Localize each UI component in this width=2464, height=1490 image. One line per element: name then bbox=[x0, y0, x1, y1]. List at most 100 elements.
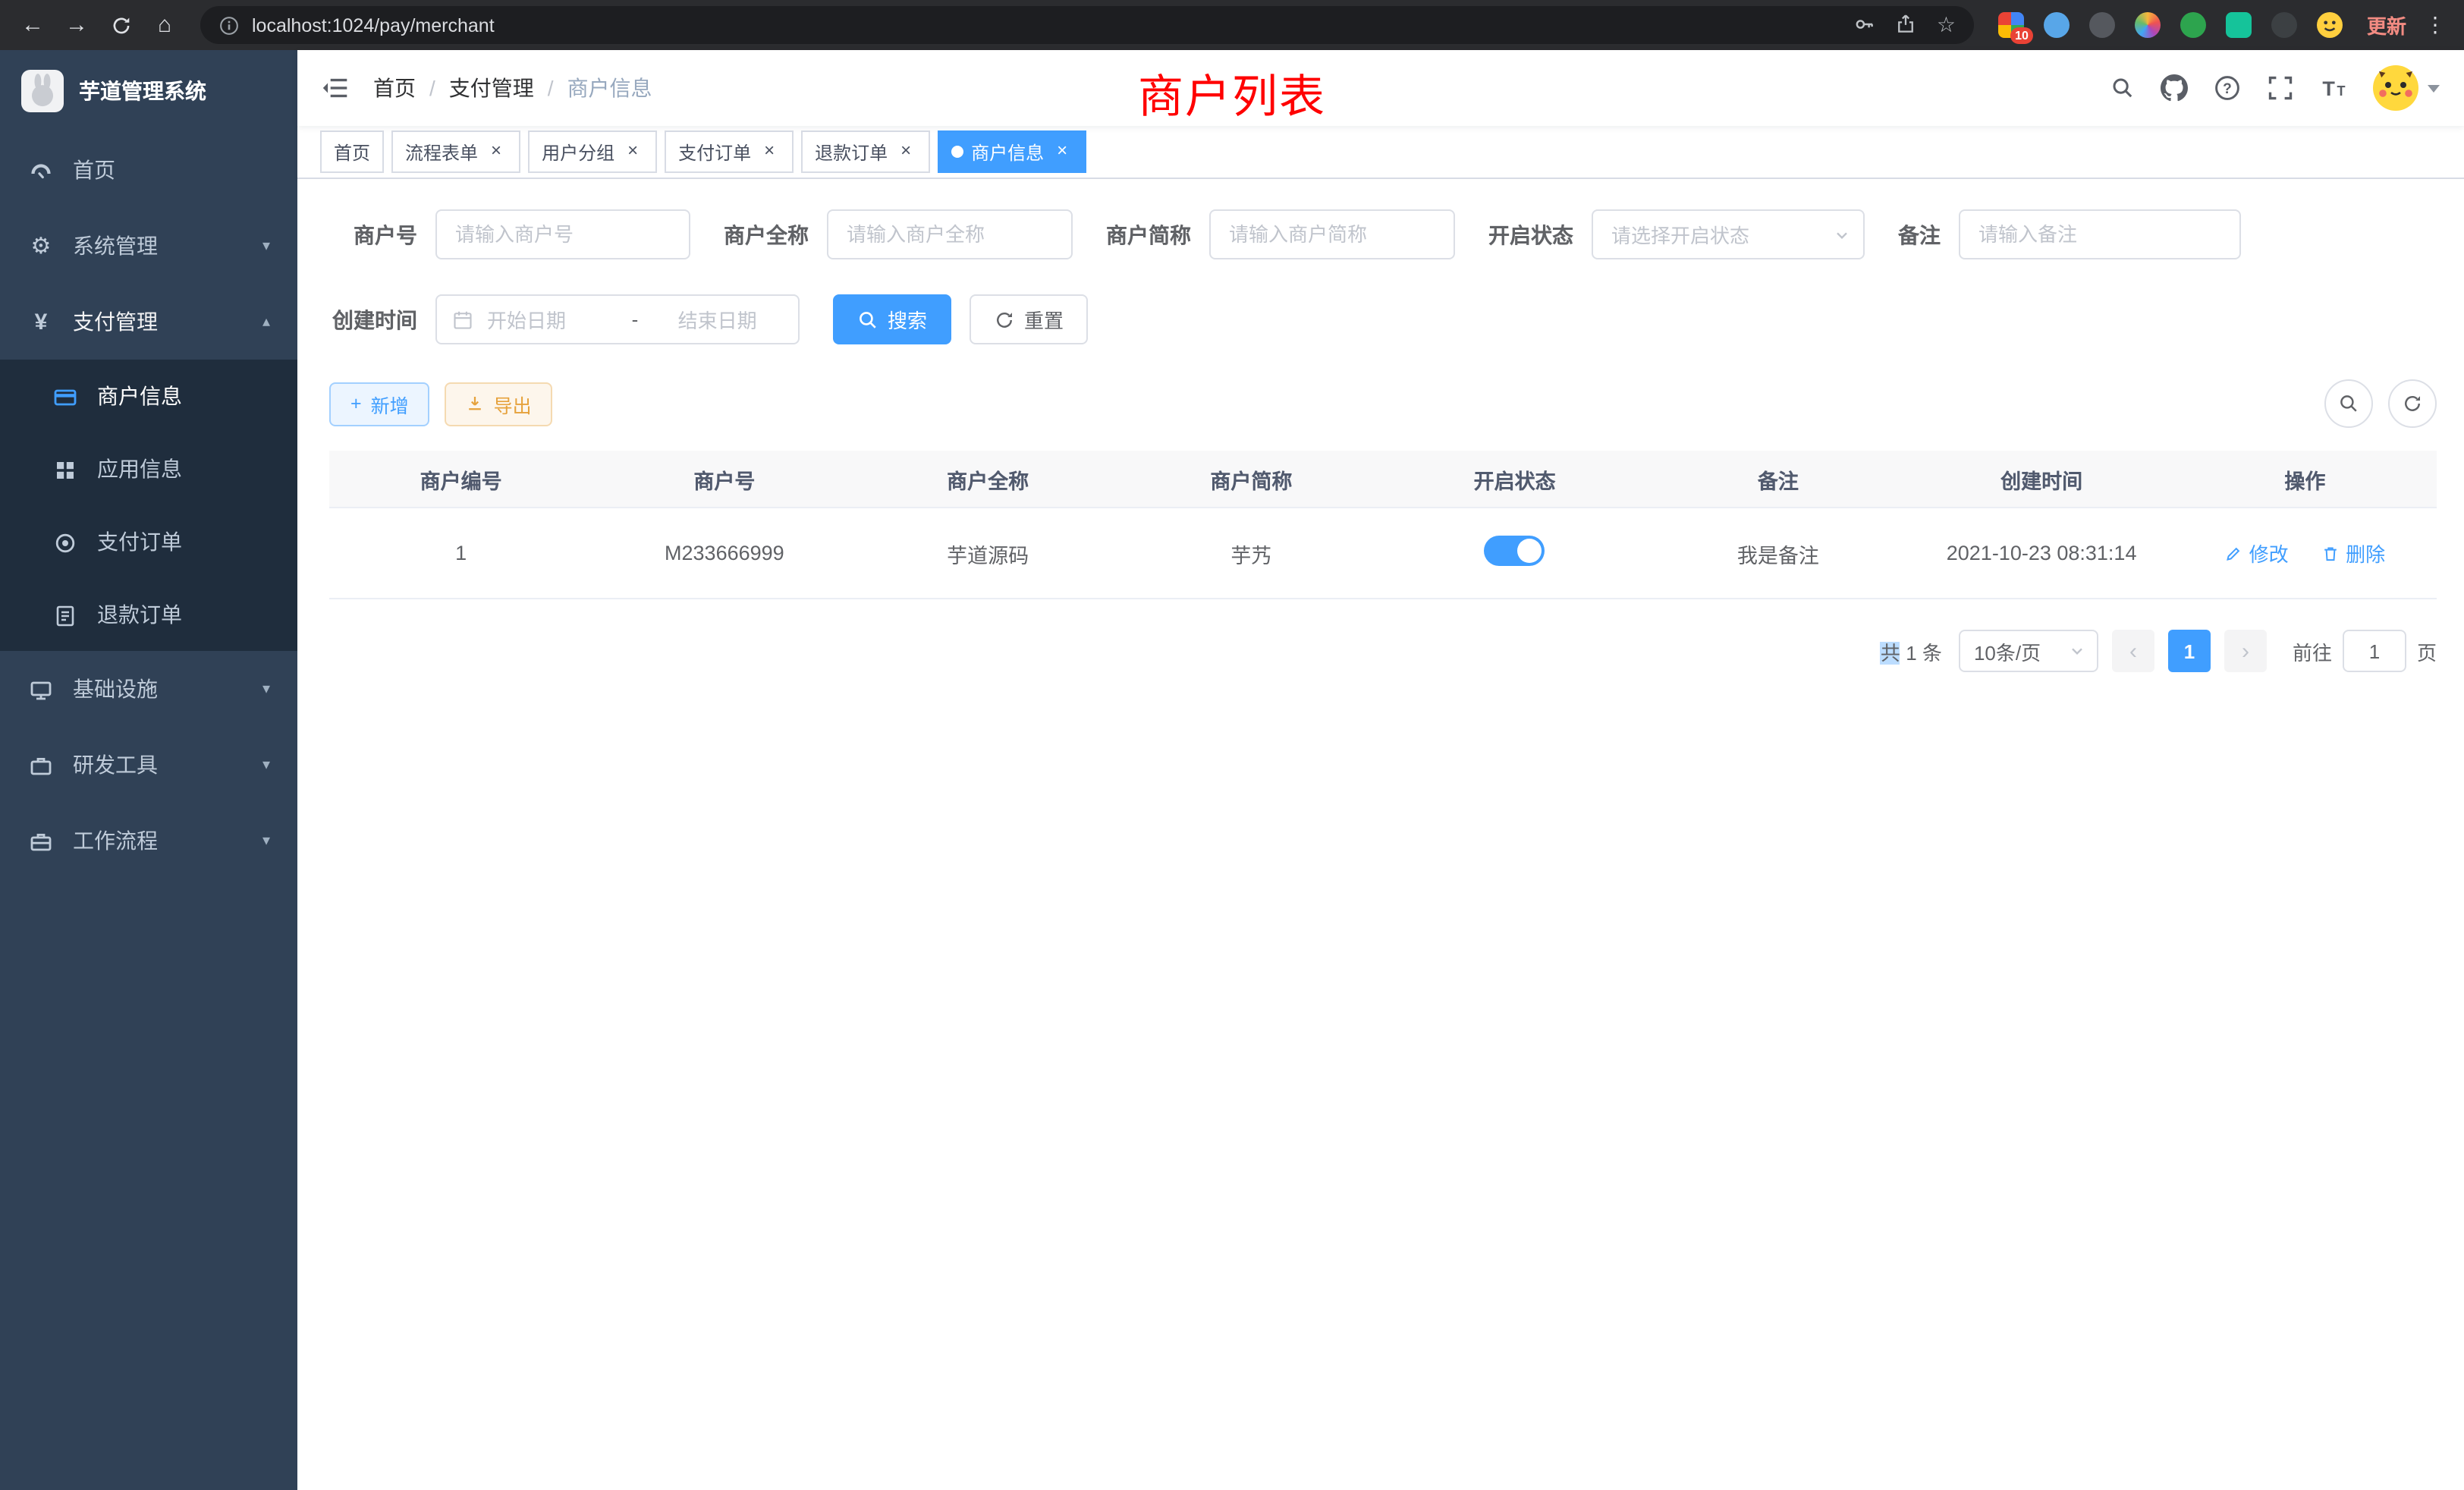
status-select[interactable]: 请选择开启状态 bbox=[1592, 209, 1865, 259]
col-header: 商户全称 bbox=[856, 451, 1120, 508]
user-avatar-menu[interactable] bbox=[2373, 65, 2440, 111]
toggle-search-button[interactable] bbox=[2324, 379, 2373, 428]
sidebar-fold-icon[interactable] bbox=[322, 74, 349, 102]
export-button[interactable]: 导出 bbox=[445, 382, 553, 426]
sidebar-item-label: 应用信息 bbox=[97, 454, 182, 484]
extension-icon[interactable] bbox=[2180, 12, 2206, 38]
remark-input[interactable] bbox=[1959, 209, 2241, 259]
close-icon[interactable]: × bbox=[486, 141, 507, 162]
extensions-area: 10 bbox=[1998, 12, 2343, 38]
bookmark-star-icon[interactable]: ☆ bbox=[1937, 12, 1956, 38]
site-info-icon[interactable] bbox=[218, 14, 240, 36]
tab-home[interactable]: 首页 bbox=[320, 130, 384, 173]
col-header: 商户简称 bbox=[1120, 451, 1383, 508]
help-icon[interactable]: ? bbox=[2214, 74, 2241, 102]
status-toggle[interactable] bbox=[1485, 536, 1545, 566]
sidebar-item-label: 工作流程 bbox=[73, 825, 158, 856]
trash-icon bbox=[2321, 544, 2340, 562]
reset-button[interactable]: 重置 bbox=[970, 294, 1088, 344]
refresh-table-button[interactable] bbox=[2388, 379, 2437, 428]
search-icon bbox=[857, 309, 878, 330]
reload-icon[interactable] bbox=[100, 5, 141, 46]
sidebar-item-payment[interactable]: ¥ 支付管理 ▴ bbox=[0, 284, 297, 360]
chrome-update-button[interactable]: 更新 bbox=[2355, 11, 2418, 39]
sidebar-item-label: 基础设施 bbox=[73, 674, 158, 704]
table-row: 1 M233666999 芋道源码 芋艿 我是备注 2021-10-23 08:… bbox=[329, 508, 2437, 599]
short-name-input[interactable] bbox=[1209, 209, 1455, 259]
breadcrumb-item[interactable]: 支付管理 bbox=[449, 73, 534, 103]
font-size-icon[interactable]: TT bbox=[2320, 74, 2347, 102]
close-icon[interactable]: × bbox=[622, 141, 643, 162]
extension-icon[interactable] bbox=[2135, 12, 2161, 38]
smiley-extension-icon[interactable] bbox=[2317, 12, 2343, 38]
sidebar-item-system[interactable]: ⚙ 系统管理 ▾ bbox=[0, 208, 297, 284]
sidebar-item-app-info[interactable]: 应用信息 bbox=[0, 432, 297, 505]
add-button[interactable]: + 新增 bbox=[329, 382, 430, 426]
tab-pay-order[interactable]: 支付订单× bbox=[665, 130, 794, 173]
sidebar-item-label: 支付订单 bbox=[97, 527, 182, 557]
extension-icon[interactable] bbox=[2271, 12, 2297, 38]
edit-button[interactable]: 修改 bbox=[2225, 539, 2289, 567]
sidebar-item-infrastructure[interactable]: 基础设施 ▾ bbox=[0, 651, 297, 727]
address-bar[interactable]: localhost:1024/pay/merchant ☆ bbox=[200, 6, 1974, 44]
create-time-range-picker[interactable]: 开始日期 - 结束日期 bbox=[435, 294, 800, 344]
col-header: 商户号 bbox=[592, 451, 856, 508]
page-number-button[interactable]: 1 bbox=[2168, 630, 2211, 672]
close-icon[interactable]: × bbox=[895, 141, 916, 162]
extension-icon[interactable]: 10 bbox=[1998, 12, 2024, 38]
sidebar-item-home[interactable]: 首页 bbox=[0, 132, 297, 208]
goto-suffix: 页 bbox=[2417, 637, 2437, 665]
app-logo[interactable]: 芋道管理系统 bbox=[0, 50, 297, 132]
sidebar-item-merchant-info[interactable]: 商户信息 bbox=[0, 360, 297, 432]
cell-full-name: 芋道源码 bbox=[856, 508, 1120, 599]
screen: ← → ⌂ localhost:1024/pay/merchant ☆ bbox=[0, 0, 2464, 1490]
grid-icon bbox=[52, 456, 79, 483]
sidebar-item-label: 首页 bbox=[73, 155, 115, 185]
chevron-down-icon: ▾ bbox=[262, 237, 270, 254]
browser-menu-icon[interactable]: ⋮ bbox=[2422, 12, 2452, 38]
extension-badge: 10 bbox=[2010, 27, 2033, 44]
goto-label: 前往 bbox=[2293, 637, 2332, 665]
cell-short-name: 芋艿 bbox=[1120, 508, 1383, 599]
extension-icon[interactable] bbox=[2226, 12, 2252, 38]
next-page-button[interactable]: › bbox=[2224, 630, 2267, 672]
goto-page-input[interactable] bbox=[2343, 630, 2406, 672]
sidebar-item-refund-order[interactable]: 退款订单 bbox=[0, 578, 297, 651]
home-icon[interactable]: ⌂ bbox=[144, 5, 185, 46]
back-icon[interactable]: ← bbox=[12, 5, 53, 46]
end-date-placeholder[interactable]: 结束日期 bbox=[652, 305, 783, 334]
start-date-placeholder[interactable]: 开始日期 bbox=[487, 305, 618, 334]
chevron-down-icon: ▾ bbox=[262, 681, 270, 697]
caret-down-icon bbox=[2428, 84, 2440, 92]
close-icon[interactable]: × bbox=[1051, 141, 1073, 162]
search-button[interactable]: 搜索 bbox=[833, 294, 951, 344]
github-icon[interactable] bbox=[2161, 74, 2188, 102]
merchant-no-label: 商户号 bbox=[329, 219, 417, 250]
sidebar-item-label: 系统管理 bbox=[73, 231, 158, 261]
col-header: 开启状态 bbox=[1383, 451, 1646, 508]
header-search-icon[interactable] bbox=[2110, 76, 2135, 100]
fullscreen-icon[interactable] bbox=[2267, 74, 2294, 102]
page-size-select[interactable]: 10条/页 bbox=[1959, 630, 2098, 672]
sidebar-item-workflow[interactable]: 工作流程 ▾ bbox=[0, 803, 297, 879]
tab-user-group[interactable]: 用户分组× bbox=[528, 130, 657, 173]
tab-process-form[interactable]: 流程表单× bbox=[391, 130, 520, 173]
merchant-no-input[interactable] bbox=[435, 209, 690, 259]
sidebar-item-label: 商户信息 bbox=[97, 381, 182, 411]
delete-button[interactable]: 删除 bbox=[2321, 539, 2385, 567]
extension-icon[interactable] bbox=[2089, 12, 2115, 38]
full-name-input[interactable] bbox=[827, 209, 1073, 259]
sidebar-item-dev-tools[interactable]: 研发工具 ▾ bbox=[0, 727, 297, 803]
forward-icon[interactable]: → bbox=[56, 5, 97, 46]
sidebar-item-pay-order[interactable]: 支付订单 bbox=[0, 505, 297, 578]
password-key-icon[interactable] bbox=[1855, 11, 1876, 39]
close-icon[interactable]: × bbox=[759, 141, 780, 162]
tab-refund-order[interactable]: 退款订单× bbox=[801, 130, 930, 173]
prev-page-button[interactable]: ‹ bbox=[2112, 630, 2154, 672]
cell-status bbox=[1383, 508, 1646, 599]
share-icon[interactable] bbox=[1896, 11, 1917, 39]
svg-text:?: ? bbox=[2223, 81, 2232, 97]
breadcrumb-item[interactable]: 首页 bbox=[373, 73, 416, 103]
extension-icon[interactable] bbox=[2044, 12, 2070, 38]
tab-merchant-info[interactable]: 商户信息× bbox=[938, 130, 1086, 173]
